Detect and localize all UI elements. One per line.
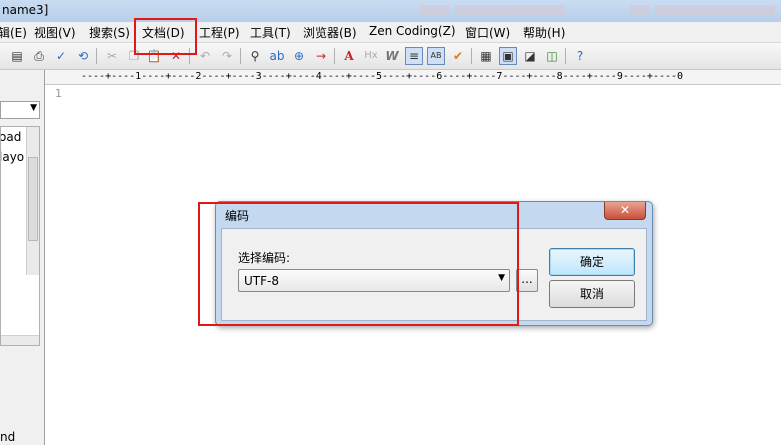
ok-button[interactable]: 确定 bbox=[549, 248, 635, 276]
view1-icon[interactable]: ▦ bbox=[477, 47, 495, 65]
toolbar-separator bbox=[189, 48, 190, 64]
dialog-title: 编码 bbox=[225, 209, 250, 223]
redo-icon[interactable]: ↷ bbox=[218, 47, 236, 65]
wrap-icon[interactable]: W bbox=[383, 47, 401, 65]
find-icon[interactable]: ⚲ bbox=[246, 47, 264, 65]
chevron-down-icon: ▼ bbox=[30, 103, 37, 113]
window-title: name3] bbox=[2, 3, 49, 17]
print-preview-icon[interactable]: ▤ bbox=[8, 47, 26, 65]
blurred-tab bbox=[455, 5, 565, 15]
toolbar-separator bbox=[240, 48, 241, 64]
spellcheck-icon[interactable]: ✓ bbox=[52, 47, 70, 65]
scrollbar-thumb[interactable] bbox=[28, 157, 38, 241]
cancel-button[interactable]: 取消 bbox=[549, 280, 635, 308]
browse-button[interactable]: ... bbox=[516, 269, 538, 292]
menu-document[interactable]: 文档(D) bbox=[142, 24, 185, 41]
ruler-scale: ----+----1----+----2----+----3----+----4… bbox=[81, 71, 684, 82]
blurred-tab bbox=[655, 5, 775, 15]
list-item[interactable]: oad bbox=[1, 130, 21, 144]
font-icon[interactable]: A bbox=[340, 47, 358, 65]
menu-tools[interactable]: 工具(T) bbox=[250, 24, 291, 41]
print-icon[interactable]: ⎙ bbox=[30, 47, 48, 65]
panel-bottom-text: nd bbox=[0, 430, 16, 444]
encoding-label: 选择编码: bbox=[238, 251, 291, 265]
vertical-scrollbar[interactable] bbox=[26, 127, 39, 275]
menu-project[interactable]: 工程(P) bbox=[199, 24, 240, 41]
menu-browser[interactable]: 浏览器(B) bbox=[303, 24, 357, 41]
paste-icon[interactable]: 📋 bbox=[145, 47, 163, 65]
menu-search[interactable]: 搜索(S) bbox=[89, 24, 130, 41]
menu-bar: 辑(E) 视图(V) 搜索(S) 文档(D) 工程(P) 工具(T) 浏览器(B… bbox=[0, 22, 781, 43]
toolbar-separator bbox=[565, 48, 566, 64]
view4-icon[interactable]: ◫ bbox=[543, 47, 561, 65]
dialog-body: 选择编码: UTF-8 ▼ ... 确定 取消 bbox=[221, 228, 647, 321]
check-icon[interactable]: ✔ bbox=[449, 47, 467, 65]
encoding-select[interactable]: UTF-8 ▼ bbox=[238, 269, 510, 292]
encoding-dialog: 编码 ✕ 选择编码: UTF-8 ▼ ... 确定 取消 bbox=[215, 201, 653, 326]
close-button[interactable]: ✕ bbox=[604, 202, 646, 220]
menu-zen-coding[interactable]: Zen Coding(Z) bbox=[369, 24, 456, 38]
ruler: ----+----1----+----2----+----3----+----4… bbox=[45, 70, 781, 85]
chevron-down-icon: ▼ bbox=[498, 273, 505, 283]
refresh-icon[interactable]: ⟲ bbox=[74, 47, 92, 65]
file-list[interactable]: oad layo bbox=[0, 126, 40, 346]
toolbar: ▤ ⎙ ✓ ⟲ ✂ ❐ 📋 ✕ ↶ ↷ ⚲ ab ⊕ → A Hx W ≡ AB… bbox=[0, 43, 781, 70]
encoding-value: UTF-8 bbox=[244, 274, 279, 288]
copy-icon[interactable]: ❐ bbox=[125, 47, 143, 65]
goto-icon[interactable]: → bbox=[312, 47, 330, 65]
view3-icon[interactable]: ◪ bbox=[521, 47, 539, 65]
toolbar-separator bbox=[334, 48, 335, 64]
view2-icon[interactable]: ▣ bbox=[499, 47, 517, 65]
menu-help[interactable]: 帮助(H) bbox=[523, 24, 565, 41]
list-item[interactable]: layo bbox=[1, 150, 24, 164]
panel-dropdown[interactable]: ▼ bbox=[0, 101, 40, 119]
menu-window[interactable]: 窗口(W) bbox=[465, 24, 510, 41]
cut-icon[interactable]: ✂ bbox=[103, 47, 121, 65]
left-panel: ▼ oad layo nd bbox=[0, 70, 45, 445]
toolbar-separator bbox=[96, 48, 97, 64]
line-number: 1 bbox=[55, 87, 62, 100]
indent-icon[interactable]: ≡ bbox=[405, 47, 423, 65]
replace-icon[interactable]: ab bbox=[268, 47, 286, 65]
close-icon: ✕ bbox=[619, 203, 631, 217]
menu-view[interactable]: 视图(V) bbox=[34, 24, 76, 41]
undo-icon[interactable]: ↶ bbox=[196, 47, 214, 65]
help-icon[interactable]: ? bbox=[571, 47, 589, 65]
horizontal-scrollbar[interactable] bbox=[1, 335, 39, 345]
toolbar-separator bbox=[471, 48, 472, 64]
case-icon[interactable]: AB bbox=[427, 47, 445, 65]
menu-edit[interactable]: 辑(E) bbox=[0, 24, 27, 41]
blurred-tab bbox=[630, 5, 650, 15]
title-bar: name3] bbox=[0, 0, 781, 22]
blurred-tab bbox=[420, 5, 450, 15]
find-in-files-icon[interactable]: ⊕ bbox=[290, 47, 308, 65]
hx-icon[interactable]: Hx bbox=[362, 47, 380, 65]
delete-icon[interactable]: ✕ bbox=[167, 47, 185, 65]
